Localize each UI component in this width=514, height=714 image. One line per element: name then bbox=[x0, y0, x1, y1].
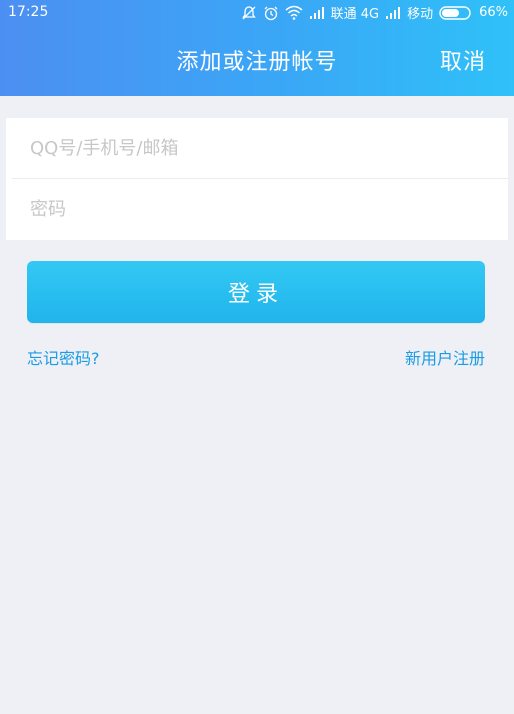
page-title: 添加或注册帐号 bbox=[176, 50, 338, 75]
status-time: 17:25 bbox=[8, 4, 49, 20]
signal-icon bbox=[385, 6, 401, 20]
password-input[interactable] bbox=[28, 197, 508, 221]
title-bar: 添加或注册帐号 取消 bbox=[0, 32, 514, 86]
login-screen: 17:25 联通 4G 移动 66% 添加或注册帐号 取消 QQ号/手机号/邮箱… bbox=[0, 0, 514, 714]
carrier-mobile: 移动 bbox=[407, 7, 434, 22]
forgot-password-link[interactable]: 忘记密码? bbox=[27, 345, 100, 369]
cancel-button[interactable]: 取消 bbox=[440, 44, 486, 76]
battery-icon bbox=[439, 5, 473, 21]
account-field-row bbox=[6, 118, 508, 178]
account-input[interactable] bbox=[28, 136, 508, 160]
login-button[interactable]: 登录 bbox=[27, 261, 485, 323]
app-header: 17:25 联通 4G 移动 66% 添加或注册帐号 取消 bbox=[0, 0, 514, 96]
wifi-icon bbox=[285, 5, 303, 21]
login-form bbox=[6, 118, 508, 240]
auxiliary-links: 忘记密码? 新用户注册 bbox=[27, 345, 485, 369]
status-bar: 17:25 联通 4G 移动 66% bbox=[0, 0, 514, 26]
alarm-icon bbox=[263, 5, 279, 21]
mute-icon bbox=[241, 5, 257, 21]
battery-percent: 66% bbox=[479, 5, 508, 20]
register-link[interactable]: 新用户注册 bbox=[405, 345, 485, 369]
status-icons: 联通 4G 移动 66% bbox=[241, 3, 508, 22]
signal-icon bbox=[309, 6, 325, 20]
password-field-row bbox=[6, 179, 508, 239]
carrier-unicom: 联通 4G bbox=[330, 7, 380, 22]
